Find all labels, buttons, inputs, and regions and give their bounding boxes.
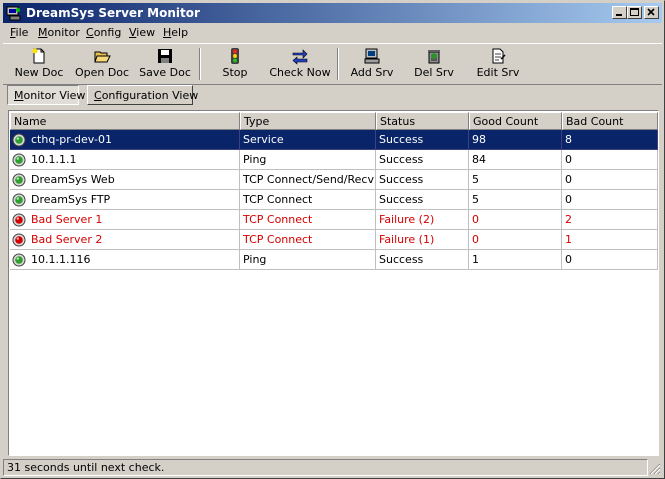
server-name: cthq-pr-dev-01	[31, 133, 112, 146]
server-status: Success	[376, 150, 469, 170]
status-light-icon	[12, 153, 26, 167]
good-count: 84	[469, 150, 562, 170]
column-header-type[interactable]: Type	[240, 112, 376, 130]
close-button[interactable]	[644, 6, 659, 19]
add-srv-button[interactable]: Add Srv	[345, 46, 399, 82]
server-type: TCP Connect	[240, 190, 376, 210]
status-bar: 31 seconds until next check.	[3, 458, 662, 476]
menu-bar: File Monitor Config View Help	[3, 24, 662, 42]
good-count: 98	[469, 130, 562, 150]
table-row[interactable]: Bad Server 2 TCP Connect Failure (1) 0 1	[10, 230, 658, 250]
arrows-icon	[292, 49, 308, 65]
minimize-button[interactable]	[612, 6, 627, 19]
column-header-bad-count[interactable]: Bad Count	[562, 112, 658, 130]
app-window: DreamSys Server Monitor File Monitor Con…	[0, 0, 665, 479]
server-name: DreamSys FTP	[31, 193, 111, 206]
server-status: Failure (2)	[376, 210, 469, 230]
status-light-icon	[12, 133, 26, 147]
check-now-button[interactable]: Check Now	[267, 46, 333, 82]
server-status: Failure (1)	[376, 230, 469, 250]
server-type: Service	[240, 130, 376, 150]
server-type: Ping	[240, 250, 376, 270]
status-light-icon	[12, 173, 26, 187]
good-count: 0	[469, 210, 562, 230]
column-header-status[interactable]: Status	[376, 112, 469, 130]
server-status: Success	[376, 130, 469, 150]
minimize-icon	[616, 14, 622, 16]
floppy-disk-icon	[158, 49, 172, 63]
menu-config[interactable]: Config	[86, 26, 121, 39]
title-bar[interactable]: DreamSys Server Monitor	[3, 3, 662, 23]
table-row[interactable]: DreamSys FTP TCP Connect Success 5 0	[10, 190, 658, 210]
table-row[interactable]: DreamSys Web TCP Connect/Send/Recv Succe…	[10, 170, 658, 190]
maximize-icon	[630, 8, 639, 16]
good-count: 5	[469, 190, 562, 210]
window-title: DreamSys Server Monitor	[26, 6, 200, 20]
list-header: Name Type Status Good Count Bad Count	[10, 112, 658, 130]
maximize-button[interactable]	[627, 6, 642, 19]
status-light-icon	[12, 233, 26, 247]
edit-srv-button[interactable]: Edit Srv	[471, 46, 525, 82]
open-doc-button[interactable]: Open Doc	[73, 46, 131, 82]
stop-button[interactable]: Stop	[207, 46, 263, 82]
del-srv-button[interactable]: Del Srv	[409, 46, 459, 82]
bad-count: 2	[562, 210, 658, 230]
traffic-light-icon	[231, 48, 239, 64]
server-status: Success	[376, 250, 469, 270]
toolbar-separator	[337, 48, 339, 80]
server-name: 10.1.1.116	[31, 253, 91, 266]
table-row[interactable]: Bad Server 1 TCP Connect Failure (2) 0 2	[10, 210, 658, 230]
server-type: Ping	[240, 150, 376, 170]
edit-document-icon	[492, 48, 506, 64]
menu-monitor[interactable]: Monitor	[38, 26, 80, 39]
toolbar-separator	[199, 48, 201, 80]
server-name: Bad Server 2	[31, 233, 103, 246]
status-text: 31 seconds until next check.	[3, 459, 648, 476]
resize-grip-icon[interactable]	[649, 463, 661, 475]
bad-count: 0	[562, 250, 658, 270]
tab-configuration-view[interactable]: Configuration View	[87, 85, 198, 105]
good-count: 1	[469, 250, 562, 270]
table-row[interactable]: 10.1.1.116 Ping Success 1 0	[10, 250, 658, 270]
good-count: 5	[469, 170, 562, 190]
server-list[interactable]: Name Type Status Good Count Bad Count ct…	[8, 110, 659, 456]
trash-can-icon	[428, 50, 440, 64]
good-count: 0	[469, 230, 562, 250]
server-name: Bad Server 1	[31, 213, 103, 226]
server-status: Success	[376, 190, 469, 210]
server-name: 10.1.1.1	[31, 153, 77, 166]
bad-count: 0	[562, 150, 658, 170]
bad-count: 8	[562, 130, 658, 150]
server-type: TCP Connect/Send/Recv	[240, 170, 376, 190]
column-header-name[interactable]: Name	[10, 112, 240, 130]
view-tabs: Monitor View Configuration View	[3, 84, 662, 108]
menu-view[interactable]: View	[129, 26, 155, 39]
status-light-icon	[12, 253, 26, 267]
server-type: TCP Connect	[240, 210, 376, 230]
close-icon	[647, 8, 655, 16]
menu-file[interactable]: File	[10, 26, 28, 39]
table-row[interactable]: 10.1.1.1 Ping Success 84 0	[10, 150, 658, 170]
server-name: DreamSys Web	[31, 173, 115, 186]
open-folder-icon	[94, 51, 111, 63]
bad-count: 1	[562, 230, 658, 250]
tab-monitor-view[interactable]: Monitor View	[7, 85, 85, 105]
new-doc-button[interactable]: New Doc	[11, 46, 67, 82]
save-doc-button[interactable]: Save Doc	[137, 46, 193, 82]
add-computer-icon	[364, 48, 380, 64]
server-monitor-icon	[6, 6, 21, 21]
column-header-good-count[interactable]: Good Count	[469, 112, 562, 130]
status-light-icon	[12, 193, 26, 207]
status-light-icon	[12, 213, 26, 227]
server-status: Success	[376, 170, 469, 190]
toolbar: New Doc Open Doc Save Doc Stop Check Now…	[3, 43, 662, 85]
bad-count: 0	[562, 190, 658, 210]
table-row[interactable]: cthq-pr-dev-01 Service Success 98 8	[10, 130, 658, 150]
new-document-icon	[32, 48, 45, 64]
server-type: TCP Connect	[240, 230, 376, 250]
bad-count: 0	[562, 170, 658, 190]
menu-help[interactable]: Help	[163, 26, 188, 39]
